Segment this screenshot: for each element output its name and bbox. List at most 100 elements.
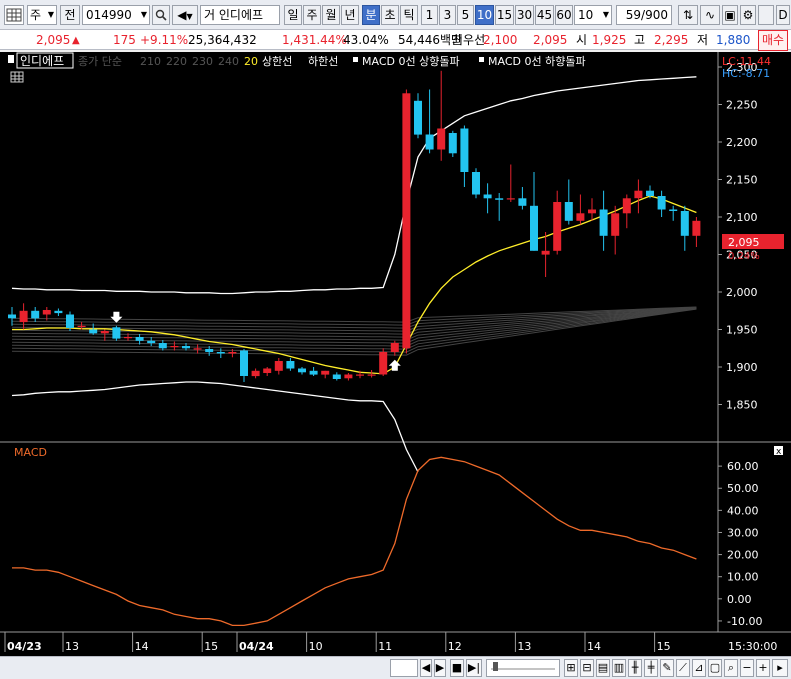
legend-ma-220: 220	[166, 55, 187, 68]
interval-button[interactable]: 1	[421, 5, 438, 25]
macd-tick-label: 30.00	[727, 526, 759, 539]
chevron-down-icon: ▼	[47, 10, 54, 19]
candle-body	[669, 209, 678, 211]
draw-button[interactable]: ✎	[660, 659, 674, 677]
period-button[interactable]: 일	[284, 5, 302, 25]
search-button[interactable]	[152, 5, 170, 25]
range-button[interactable]: ⊟	[580, 659, 594, 677]
price-tick-label: 2,000	[726, 286, 758, 299]
period-button[interactable]: 월	[322, 5, 340, 25]
market-select[interactable]: 주 ▼	[27, 5, 57, 25]
legend-ma-230: 230	[192, 55, 213, 68]
candle-body	[8, 314, 16, 319]
chevron-down-icon: ▼	[140, 10, 147, 19]
prefix-select[interactable]: 전	[60, 5, 80, 25]
hc-value: HC:-8.71	[722, 67, 770, 80]
line-icon: ╪	[647, 661, 655, 674]
image-button[interactable]: ▤	[596, 659, 610, 677]
period-button[interactable]: 분	[362, 5, 380, 25]
count-input[interactable]: 59/900	[616, 5, 672, 25]
legend-bullet	[353, 57, 358, 62]
scroll-field[interactable]	[390, 659, 418, 677]
period-button[interactable]: 틱	[400, 5, 418, 25]
price-tick-label: 1,850	[726, 399, 758, 412]
candle-body	[379, 352, 388, 375]
candle-body	[646, 190, 654, 196]
stock-code-input[interactable]: 014990 ▼	[82, 5, 150, 25]
toggle-box[interactable]	[758, 5, 774, 25]
stock-name-field: 거 인디에프	[200, 5, 280, 25]
x-tick-label: 04/23	[7, 640, 42, 653]
candle-body	[402, 93, 411, 349]
volume: 25,364,432	[188, 33, 257, 47]
trend-button[interactable]: ⟋	[676, 659, 690, 677]
disk-icon: ▣	[724, 8, 736, 22]
chart-canvas[interactable]: 2,3002,2502,2002,1502,1002,0502,0001,950…	[0, 52, 791, 656]
candle-body	[228, 352, 237, 354]
candle-body	[622, 198, 631, 214]
interval-button[interactable]: 3	[439, 5, 456, 25]
more-button[interactable]: ▸	[772, 659, 788, 677]
interval-button[interactable]: 45	[535, 5, 554, 25]
candle-icon: ╫	[631, 661, 639, 674]
period-button[interactable]: 년	[341, 5, 359, 25]
interval-button[interactable]: 30	[515, 5, 534, 25]
stop-icon: ■	[451, 661, 463, 674]
chart-settings-button[interactable]	[4, 5, 24, 25]
zoom-slider[interactable]	[486, 659, 560, 677]
price-tick-label: 2,100	[726, 211, 758, 224]
minus-icon: −	[742, 661, 752, 674]
fit-button[interactable]: ▢	[708, 659, 722, 677]
stop-button[interactable]: ■	[450, 659, 464, 677]
split-button[interactable]: ▥	[612, 659, 626, 677]
compare-button[interactable]: ∿	[700, 5, 720, 25]
candle-body	[298, 368, 306, 373]
candle-body	[599, 209, 608, 236]
interval-button[interactable]: 15	[495, 5, 514, 25]
candle-body	[54, 310, 63, 314]
scroll-right-button[interactable]: ▶|	[466, 659, 482, 677]
interval-button[interactable]: 5	[457, 5, 474, 25]
save-button[interactable]: ▣	[722, 5, 738, 25]
interval-button[interactable]: 60	[555, 5, 573, 25]
zoom-in-button[interactable]: +	[756, 659, 770, 677]
candle-body	[321, 370, 330, 375]
period-button[interactable]: 주	[303, 5, 321, 25]
zoom-out-button[interactable]: −	[740, 659, 754, 677]
measure-button[interactable]: ⊿	[692, 659, 706, 677]
candle-body	[506, 198, 515, 200]
candle-body	[158, 343, 167, 349]
macd-tick-label: 10.00	[727, 571, 759, 584]
buy-button[interactable]: 매수	[758, 30, 789, 51]
sound-button[interactable]: ◀▼	[172, 5, 198, 25]
indicator-button[interactable]: ⇅	[678, 5, 698, 25]
crosshair-icon: ⊞	[566, 661, 576, 674]
candle-body	[124, 337, 132, 339]
interval-button[interactable]: 10	[475, 5, 494, 25]
crosshair-button[interactable]: ⊞	[564, 659, 578, 677]
period-button[interactable]: 초	[381, 5, 399, 25]
interval-input[interactable]: 10 ▼	[574, 5, 612, 25]
x-tick-label: 13	[65, 640, 79, 653]
candle-type-button[interactable]: ╫	[628, 659, 642, 677]
settings-button[interactable]: ⚙	[740, 5, 756, 25]
slider-track	[491, 662, 555, 671]
candle-body	[553, 202, 562, 251]
candle-body	[112, 327, 121, 339]
line-type-button[interactable]: ╪	[644, 659, 658, 677]
candle-body	[437, 128, 446, 150]
scroll-left-button[interactable]: ◀	[420, 659, 432, 677]
legend-ma-210: 210	[140, 55, 161, 68]
candle-body	[495, 198, 504, 200]
chart-area[interactable]: 2,300 2,250 2,200 2,150 2,100 2,050 2,000 1,950…	[0, 52, 791, 656]
zoom-button[interactable]: ⌕	[724, 659, 738, 677]
play-button[interactable]: ▶	[434, 659, 446, 677]
macd-tick-label: 0.00	[727, 593, 752, 606]
x-tick-label: 04/24	[239, 640, 274, 653]
candle-body	[274, 361, 283, 371]
legend-ma-240: 240	[218, 55, 239, 68]
d-button[interactable]: D	[776, 5, 790, 25]
stock-name: 인디에프	[218, 8, 264, 22]
candle-body	[518, 198, 527, 206]
fast-forward-icon: ▶|	[467, 661, 481, 674]
